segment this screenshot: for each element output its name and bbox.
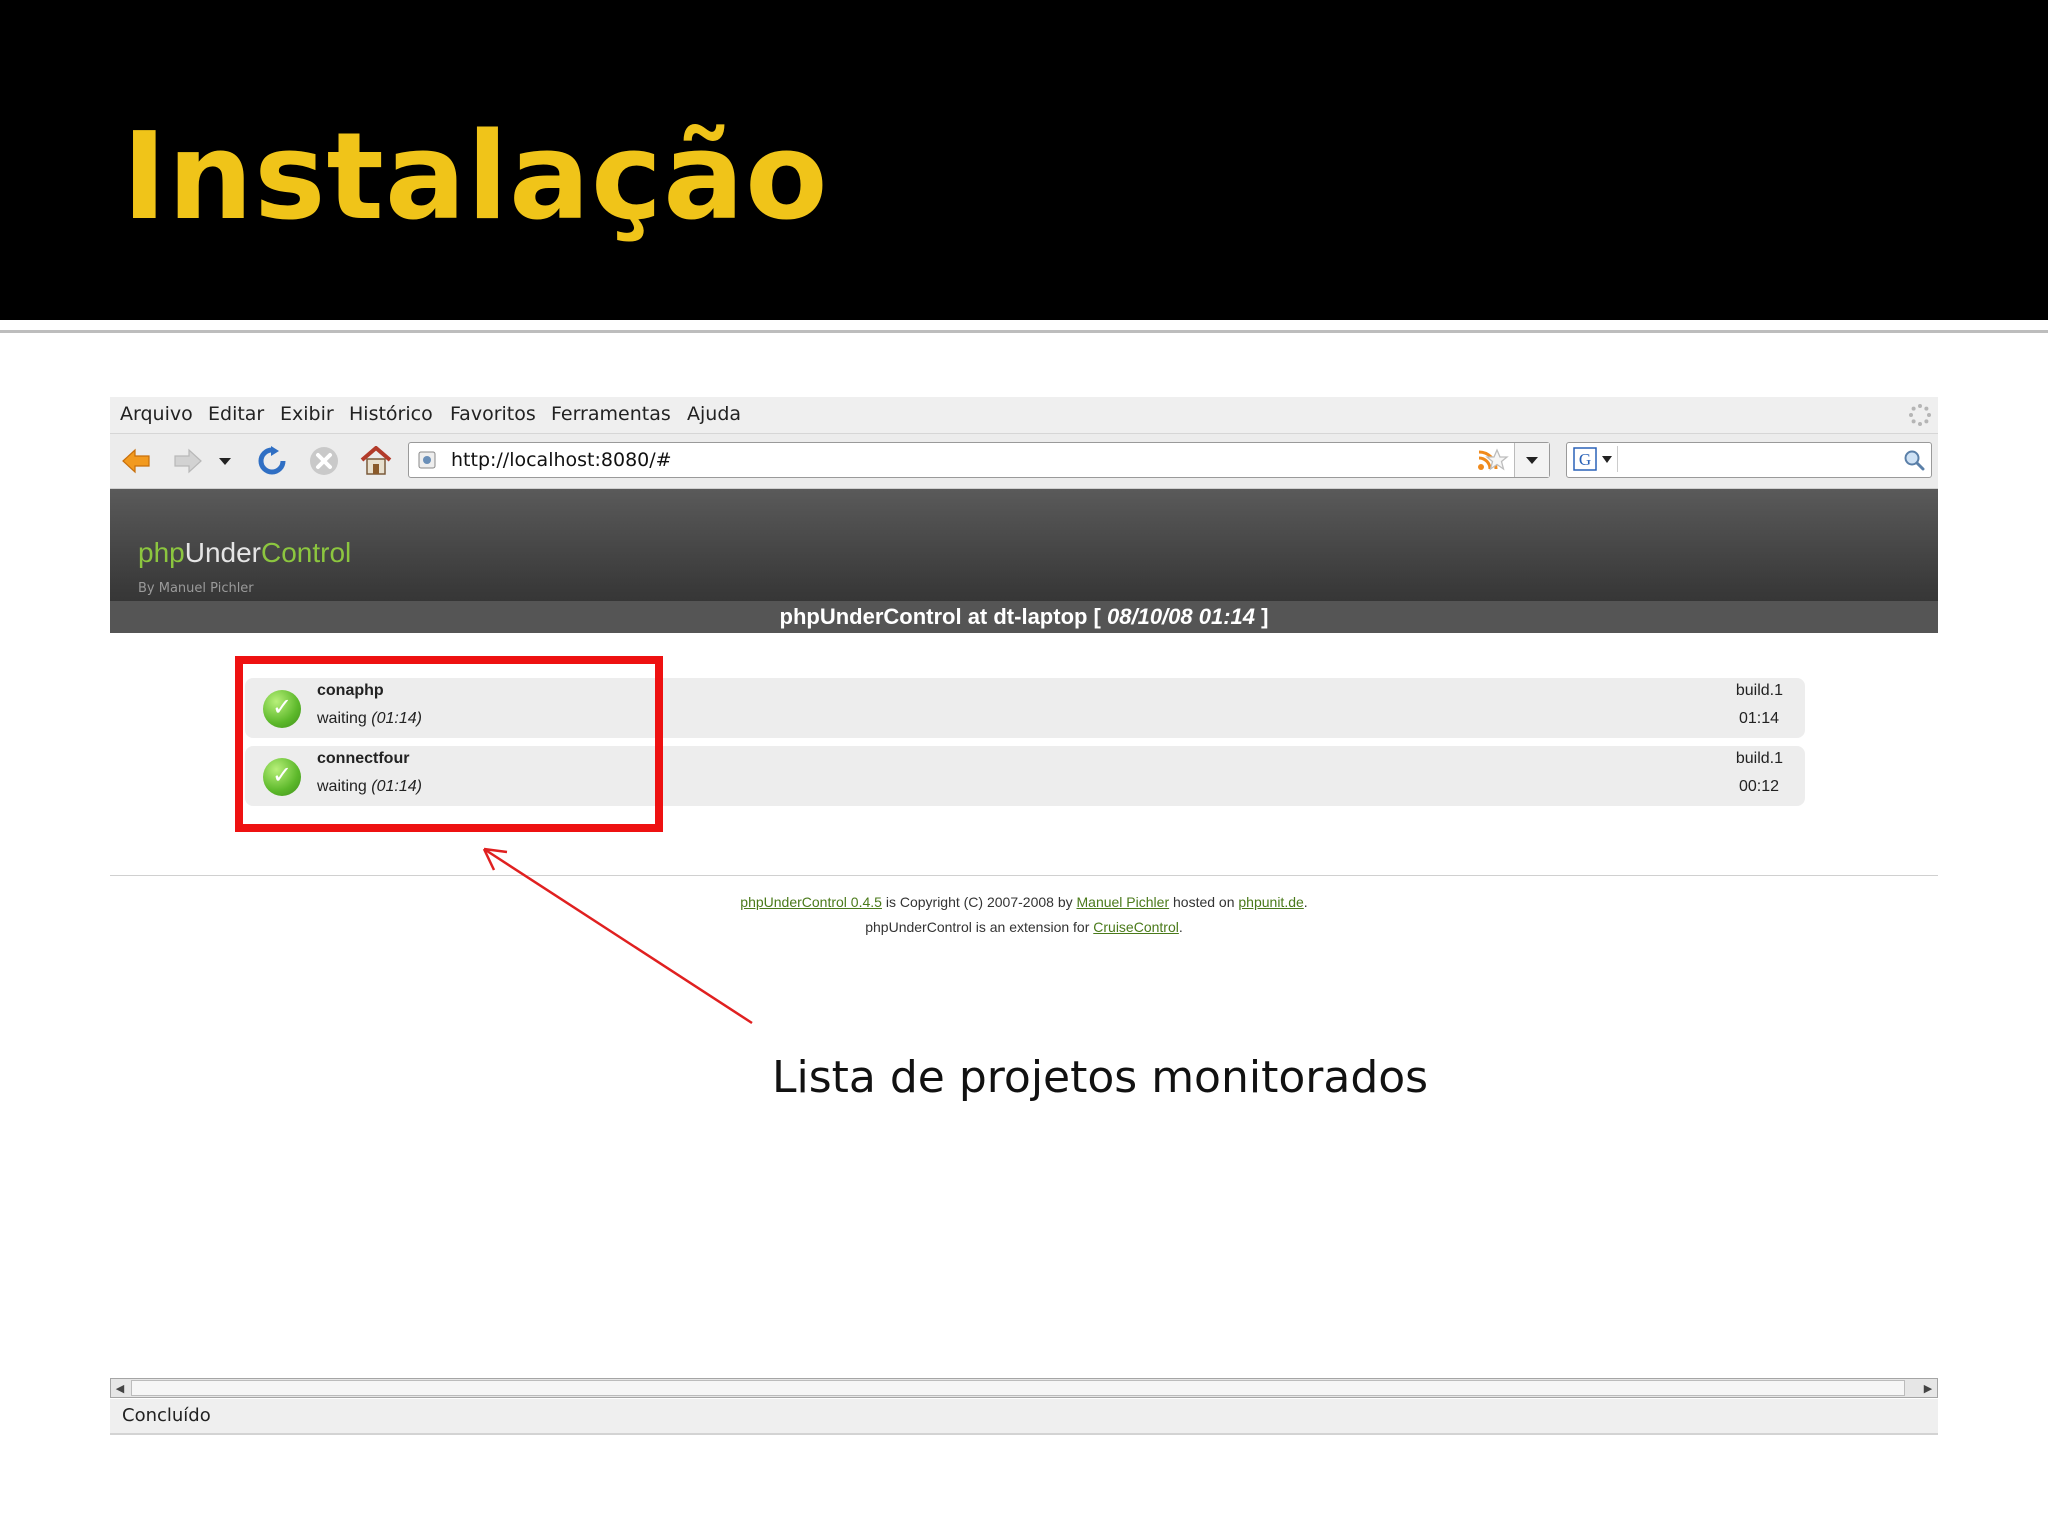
menu-editar[interactable]: Editar — [208, 403, 264, 425]
footer-link-version[interactable]: phpUnderControl 0.4.5 — [740, 894, 882, 910]
slide-title: Instalação — [122, 108, 829, 247]
menu-historico[interactable]: Histórico — [349, 403, 433, 425]
svg-text:G: G — [1579, 450, 1591, 469]
footer-divider — [110, 875, 1938, 876]
project-build-time: 00:12 — [1738, 778, 1779, 795]
logo-part-under: Under — [184, 537, 261, 568]
scrollbar-thumb[interactable] — [131, 1380, 1905, 1396]
footer-text: phpUnderControl is an extension for — [865, 919, 1094, 935]
forward-arrow-icon — [174, 448, 202, 474]
throbber-icon — [1909, 404, 1931, 426]
stop-icon — [310, 447, 338, 475]
footer-text: is Copyright (C) 2007-2008 by — [881, 894, 1077, 910]
server-title-prefix: phpUnderControl at dt-laptop [ — [779, 604, 1107, 629]
slide-header: Instalação — [0, 0, 2048, 320]
footer-text: hosted on — [1169, 894, 1239, 910]
back-arrow-icon — [122, 448, 150, 474]
footer-extension: phpUnderControl is an extension for Crui… — [110, 919, 1938, 935]
horizontal-scrollbar[interactable]: ◀ ▶ — [110, 1378, 1938, 1398]
scroll-left-arrow-icon[interactable]: ◀ — [111, 1379, 129, 1397]
project-build[interactable]: build.1 — [1736, 682, 1783, 700]
footer-link-author[interactable]: Manuel Pichler — [1077, 894, 1170, 910]
scroll-right-arrow-icon[interactable]: ▶ — [1919, 1379, 1937, 1397]
footer-link-cruisecontrol[interactable]: CruiseControl — [1093, 919, 1179, 935]
address-bar[interactable]: http://localhost:8080/# — [408, 442, 1550, 478]
logo-part-php: php — [138, 537, 185, 568]
logo-part-control: Control — [260, 537, 352, 568]
highlight-box — [235, 656, 663, 832]
server-title: phpUnderControl at dt-laptop [ 08/10/08 … — [110, 604, 1938, 630]
history-dropdown-button[interactable] — [214, 443, 236, 479]
google-search-icon: G — [1573, 447, 1597, 471]
url-dropdown-button[interactable] — [1514, 443, 1549, 477]
menu-arquivo[interactable]: Arquivo — [120, 403, 193, 425]
magnifier-icon[interactable] — [1903, 449, 1925, 471]
menu-ferramentas[interactable]: Ferramentas — [551, 403, 671, 425]
search-engine-selector[interactable]: G — [1571, 446, 1618, 472]
menu-ajuda[interactable]: Ajuda — [687, 403, 741, 425]
menu-exibir[interactable]: Exibir — [280, 403, 334, 425]
bookmark-star-icon[interactable] — [1485, 448, 1509, 472]
engine-dropdown-icon — [1602, 456, 1612, 463]
history-dropdown-icon — [219, 458, 231, 465]
reload-icon — [258, 446, 286, 475]
slide-divider — [0, 330, 2048, 333]
back-button[interactable] — [118, 443, 154, 479]
phpundercontrol-logo[interactable]: phpUnderControl — [138, 537, 351, 569]
footer-link-host[interactable]: phpunit.de — [1238, 894, 1303, 910]
menu-favoritos[interactable]: Favoritos — [450, 403, 536, 425]
footer-text: . — [1303, 894, 1308, 910]
server-title-suffix: ] — [1255, 604, 1269, 629]
forward-button[interactable] — [170, 443, 206, 479]
footer-copyright: phpUnderControl 0.4.5 is Copyright (C) 2… — [110, 894, 1938, 910]
site-identity-icon — [418, 451, 436, 469]
navigation-toolbar: http://localhost:8080/# G — [110, 434, 1938, 489]
status-text: Concluído — [122, 1405, 211, 1426]
page-header: phpUnderControl By Manuel Pichler phpUnd… — [110, 489, 1938, 633]
logo-byline: By Manuel Pichler — [138, 581, 254, 596]
reload-button[interactable] — [254, 443, 290, 479]
browser-window: Arquivo Editar Exibir Histórico Favorito… — [110, 397, 1938, 1435]
url-dropdown-icon — [1526, 457, 1538, 464]
footer-text: . — [1178, 919, 1183, 935]
project-build-time: 01:14 — [1738, 710, 1779, 727]
annotation-caption: Lista de projetos monitorados — [772, 1052, 1429, 1103]
menu-bar: Arquivo Editar Exibir Histórico Favorito… — [110, 397, 1938, 434]
search-box[interactable]: G — [1566, 442, 1932, 478]
home-button[interactable] — [358, 443, 394, 479]
server-timestamp: 08/10/08 01:14 — [1107, 604, 1256, 629]
home-icon — [360, 446, 392, 475]
status-bar: Concluído — [110, 1399, 1938, 1435]
project-build[interactable]: build.1 — [1736, 750, 1783, 768]
header-bar: phpUnderControl at dt-laptop [ 08/10/08 … — [110, 601, 1938, 633]
url-text[interactable]: http://localhost:8080/# — [451, 449, 672, 471]
stop-button[interactable] — [306, 443, 342, 479]
search-input[interactable] — [1623, 446, 1887, 472]
